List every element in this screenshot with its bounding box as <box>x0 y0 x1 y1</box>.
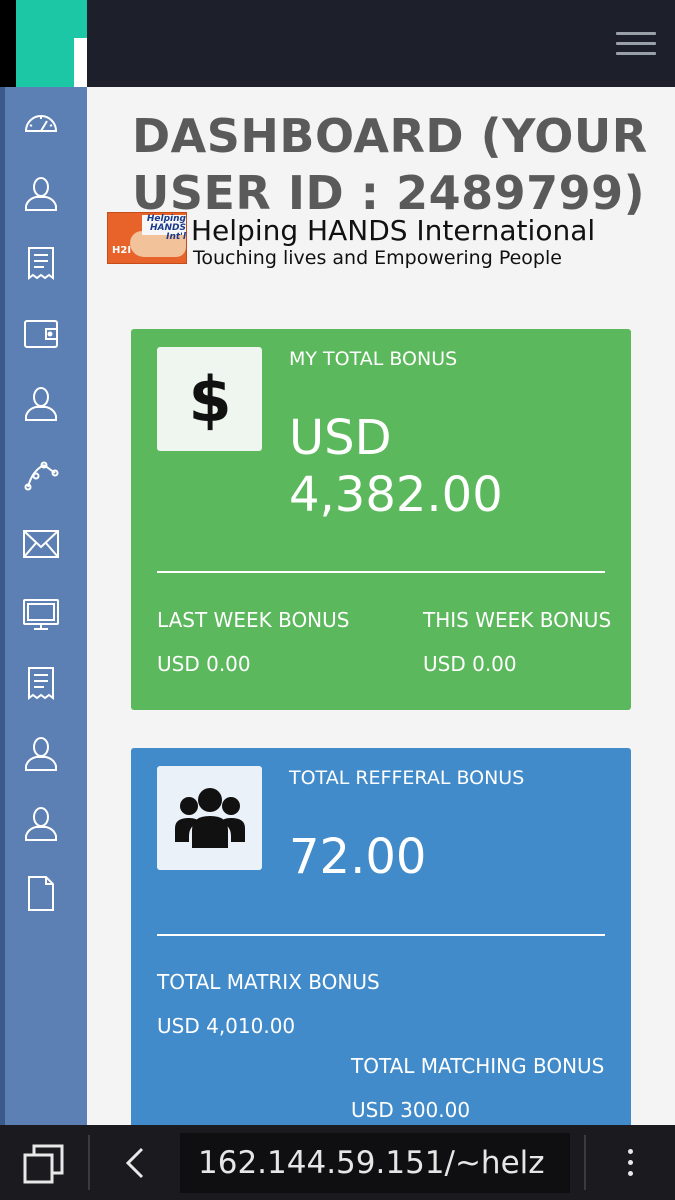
top-bar <box>0 0 675 87</box>
brand-tagline: Touching lives and Empowering People <box>193 247 562 268</box>
toolbar-separator <box>88 1135 90 1190</box>
dollar-icon: $ <box>190 367 230 431</box>
brand-logo-mark: H2I <box>112 245 132 256</box>
receipt-icon[interactable] <box>22 245 60 283</box>
app-logo[interactable] <box>16 0 87 87</box>
sidebar-edge <box>0 87 5 1125</box>
user-icon[interactable] <box>22 735 60 773</box>
top-bar-edge <box>0 0 16 87</box>
address-bar[interactable]: 162.144.59.151/~helz <box>180 1133 570 1193</box>
monitor-icon[interactable] <box>22 595 60 633</box>
receipt-icon[interactable] <box>22 665 60 703</box>
referral-bonus-amount: 72.00 <box>289 829 427 885</box>
page-title: DASHBOARD (YOUR USER ID : 2489799) <box>132 109 648 220</box>
app-logo-glyph <box>74 38 87 87</box>
total-bonus-amount: 4,382.00 <box>289 467 503 523</box>
matrix-bonus-label: TOTAL MATRIX BONUS <box>157 970 380 994</box>
total-bonus-card: $ MY TOTAL BONUS USD 4,382.00 LAST WEEK … <box>131 329 631 710</box>
this-week-bonus-label: THIS WEEK BONUS <box>423 608 612 632</box>
divider <box>157 934 605 936</box>
back-arrow-icon[interactable] <box>118 1145 152 1181</box>
users-icon <box>174 788 245 848</box>
total-bonus-label: MY TOTAL BONUS <box>289 348 458 370</box>
divider <box>157 571 605 573</box>
brand-name: Helping HANDS International <box>191 214 596 247</box>
tabs-icon[interactable] <box>22 1143 66 1185</box>
matching-bonus-value: USD 300.00 <box>351 1098 471 1122</box>
wallet-icon[interactable] <box>22 315 60 353</box>
toolbar-separator <box>584 1135 586 1190</box>
svg-text:$: $ <box>190 367 230 431</box>
user-icon[interactable] <box>22 175 60 213</box>
brand-banner: Helping HANDS Int'l H2I Helping HANDS In… <box>107 212 617 268</box>
network-icon[interactable] <box>22 455 60 493</box>
referral-bonus-icon-box <box>157 766 262 870</box>
matrix-bonus-value: USD 4,010.00 <box>157 1014 296 1038</box>
last-week-bonus-value: USD 0.00 <box>157 652 251 676</box>
more-vertical-icon[interactable] <box>618 1145 642 1181</box>
referral-bonus-label: TOTAL REFFERAL BONUS <box>289 767 525 789</box>
matching-bonus-label: TOTAL MATCHING BONUS <box>351 1054 605 1078</box>
hamburger-menu-icon[interactable] <box>616 30 656 58</box>
total-bonus-icon-box: $ <box>157 347 262 451</box>
envelope-icon[interactable] <box>22 525 60 563</box>
last-week-bonus-label: LAST WEEK BONUS <box>157 608 350 632</box>
browser-toolbar: 162.144.59.151/~helz <box>0 1125 675 1200</box>
total-bonus-currency: USD <box>289 410 392 466</box>
referral-bonus-card: TOTAL REFFERAL BONUS 72.00 TOTAL MATRIX … <box>131 748 631 1138</box>
document-icon[interactable] <box>22 875 60 913</box>
user-icon[interactable] <box>22 385 60 423</box>
user-icon[interactable] <box>22 805 60 843</box>
brand-logo-text: Helping HANDS Int'l <box>146 214 186 242</box>
speedometer-icon[interactable] <box>22 105 60 143</box>
brand-logo: Helping HANDS Int'l H2I <box>107 212 187 264</box>
this-week-bonus-value: USD 0.00 <box>423 652 517 676</box>
sidebar <box>0 87 87 1125</box>
